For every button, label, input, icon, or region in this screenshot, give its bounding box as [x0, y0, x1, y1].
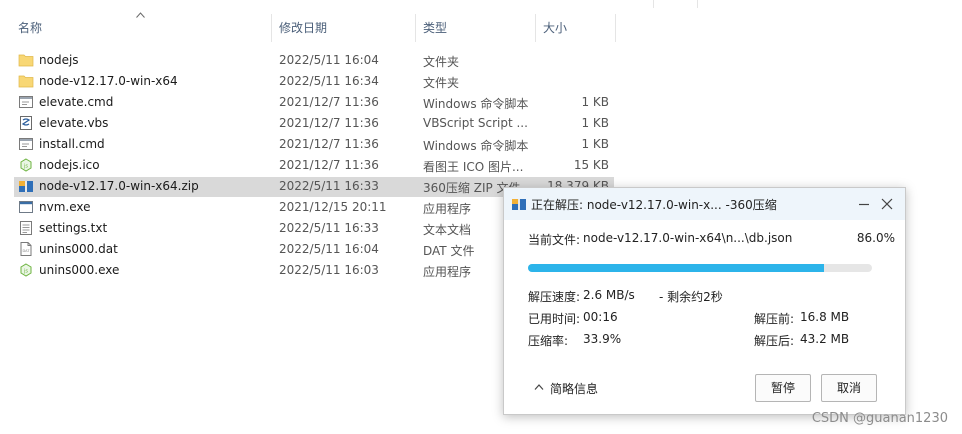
watermark: CSDN @guanan1230: [811, 411, 948, 426]
file-size: 15 KB: [573, 158, 609, 172]
file-type: 文件夹: [423, 76, 460, 90]
file-type: Windows 命令脚本: [423, 139, 529, 153]
progress-percent: 86.0%: [856, 231, 895, 245]
file-name: install.cmd: [39, 137, 105, 151]
file-name: unins000.dat: [39, 242, 118, 256]
cancel-button[interactable]: 取消: [821, 374, 877, 402]
file-date: 2022/5/11 16:04: [279, 242, 379, 256]
dat-icon: DAT: [18, 241, 34, 257]
speed-value: 2.6 MB/s: [583, 288, 635, 302]
file-name: settings.txt: [39, 221, 108, 235]
column-header-bar: 名称 修改日期 类型 大小: [0, 0, 962, 44]
file-size: 1 KB: [581, 95, 609, 109]
cmd-icon: [18, 94, 34, 110]
ratio-label: 压缩率:: [528, 334, 569, 348]
file-name: nodejs.ico: [39, 158, 100, 172]
file-date: 2022/5/11 16:33: [279, 179, 379, 193]
file-type: 文件夹: [423, 55, 460, 69]
file-row[interactable]: install.cmd 2021/12/7 11:36 Windows 命令脚本 1 …: [14, 134, 614, 155]
file-date: 2021/12/7 11:36: [279, 95, 379, 109]
file-date: 2022/5/11 16:34: [279, 74, 379, 88]
file-name: nvm.exe: [39, 200, 91, 214]
close-icon[interactable]: [879, 196, 895, 212]
file-date: 2022/5/11 16:33: [279, 221, 379, 235]
chevron-up-icon[interactable]: [534, 383, 544, 391]
top-divider: [653, 0, 654, 8]
file-name: nodejs: [39, 53, 79, 67]
svg-text:js: js: [23, 269, 28, 275]
file-name: elevate.vbs: [39, 116, 109, 130]
ratio-value: 33.9%: [583, 332, 622, 346]
before-size-value: 16.8 MB: [800, 310, 850, 324]
after-size-value: 43.2 MB: [800, 332, 850, 346]
file-size: 1 KB: [581, 137, 609, 151]
360zip-app-icon: [512, 199, 526, 210]
dialog-title-bar[interactable]: 正在解压: node-v12.17.0-win-x... -360压缩: [504, 188, 905, 220]
file-date: 2021/12/7 11:36: [279, 158, 379, 172]
exe-icon: [18, 199, 34, 215]
column-date-header[interactable]: 修改日期: [275, 14, 416, 42]
after-size-label: 解压后:: [754, 334, 795, 348]
column-size-header[interactable]: 大小: [539, 14, 616, 42]
file-row[interactable]: elevate.cmd 2021/12/7 11:36 Windows 命令脚本 1 …: [14, 92, 614, 113]
column-name-header[interactable]: 名称: [14, 14, 272, 42]
progress-fill: [528, 264, 824, 272]
brief-info-toggle[interactable]: 简略信息: [550, 380, 598, 397]
before-size-label: 解压前:: [754, 312, 795, 326]
file-type: 文本文档: [423, 223, 472, 237]
dialog-title: 正在解压: node-v12.17.0-win-x... -360压缩: [531, 198, 777, 212]
current-file-path: node-v12.17.0-win-x64\n...\db.json: [583, 231, 793, 245]
svg-text:DAT: DAT: [22, 249, 30, 253]
file-date: 2021/12/7 11:36: [279, 137, 379, 151]
file-date: 2022/5/11 16:03: [279, 263, 379, 277]
file-date: 2022/5/11 16:04: [279, 53, 379, 67]
file-type: DAT 文件: [423, 244, 475, 258]
svg-text:js: js: [23, 164, 28, 170]
elapsed-label: 已用时间:: [528, 312, 581, 326]
node-icon: js: [18, 157, 34, 173]
file-type: 应用程序: [423, 202, 472, 216]
progress-bar: [528, 264, 872, 272]
cmd-icon: [18, 136, 34, 152]
minimize-icon[interactable]: [856, 196, 872, 212]
file-date: 2021/12/15 20:11: [279, 200, 387, 214]
speed-label: 解压速度:: [528, 290, 581, 304]
vbs-icon: [18, 115, 34, 131]
txt-icon: [18, 220, 34, 236]
file-size: 1 KB: [581, 116, 609, 130]
file-type: VBScript Script ...: [423, 116, 528, 130]
file-row[interactable]: js nodejs.ico 2021/12/7 11:36 看图王 ICO 图片...…: [14, 155, 614, 176]
elapsed-value: 00:16: [583, 310, 618, 324]
top-divider: [697, 0, 698, 8]
zip-icon: [18, 178, 34, 194]
node-icon: js: [18, 262, 34, 278]
file-name: node-v12.17.0-win-x64: [39, 74, 178, 88]
folder-icon: [18, 52, 34, 68]
file-name: unins000.exe: [39, 263, 120, 277]
extract-progress-dialog: 正在解压: node-v12.17.0-win-x... -360压缩 当前文件…: [503, 187, 906, 415]
file-type: 应用程序: [423, 265, 472, 279]
file-date: 2021/12/7 11:36: [279, 116, 379, 130]
pause-button[interactable]: 暂停: [755, 374, 811, 402]
file-type: 看图王 ICO 图片...: [423, 160, 524, 174]
file-row[interactable]: nodejs 2022/5/11 16:04 文件夹: [14, 50, 614, 71]
column-type-header[interactable]: 类型: [419, 14, 536, 42]
remaining-time: - 剩余约2秒: [659, 290, 723, 304]
current-file-label: 当前文件:: [528, 233, 581, 247]
file-name: elevate.cmd: [39, 95, 114, 109]
file-name: node-v12.17.0-win-x64.zip: [39, 179, 199, 193]
file-type: Windows 命令脚本: [423, 97, 529, 111]
folder-icon: [18, 73, 34, 89]
file-row[interactable]: node-v12.17.0-win-x64 2022/5/11 16:34 文件夹: [14, 71, 614, 92]
file-row[interactable]: elevate.vbs 2021/12/7 11:36 VBScript Scrip…: [14, 113, 614, 134]
